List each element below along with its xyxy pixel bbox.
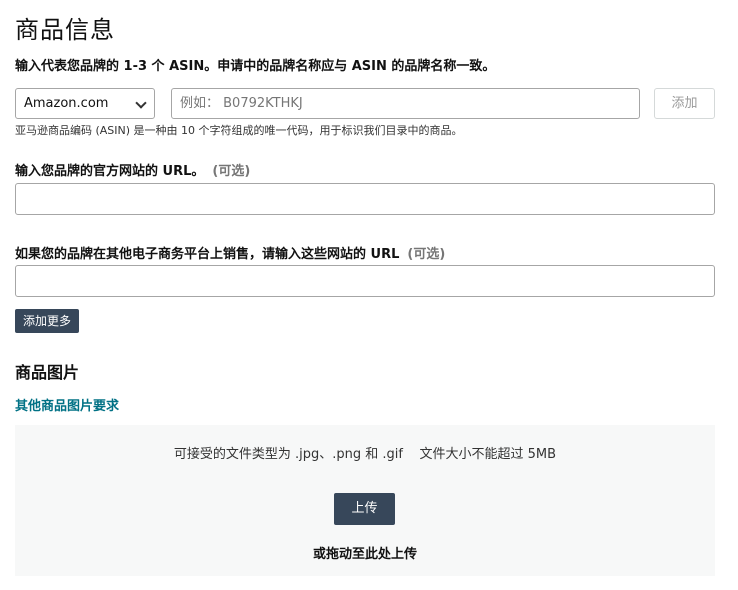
asin-input[interactable] <box>171 88 640 119</box>
ecommerce-label-text: 如果您的品牌在其他电子商务平台上销售，请输入这些网站的 URL <box>15 247 400 262</box>
asin-label: 输入代表您品牌的 1-3 个 ASIN。申请中的品牌名称应与 ASIN 的品牌名… <box>15 59 496 74</box>
ecommerce-url-input[interactable] <box>15 265 715 297</box>
ecommerce-label: 如果您的品牌在其他电子商务平台上销售，请输入这些网站的 URL (可选) <box>15 243 445 262</box>
website-label-text: 输入您品牌的官方网站的 URL。 <box>15 164 205 179</box>
product-info-form: 商品信息 输入代表您品牌的 1-3 个 ASIN。申请中的品牌名称应与 ASIN… <box>0 0 738 590</box>
add-asin-button[interactable]: 添加 <box>654 88 715 119</box>
marketplace-select[interactable]: Amazon.com <box>15 88 155 119</box>
website-url-input[interactable] <box>15 183 715 215</box>
page-title: 商品信息 <box>15 16 115 44</box>
website-optional-tag: (可选) <box>212 164 251 179</box>
images-section-title: 商品图片 <box>15 363 80 382</box>
marketplace-select-value: Amazon.com <box>24 96 109 111</box>
image-requirements-link[interactable]: 其他商品图片要求 <box>15 395 119 414</box>
upload-dropzone[interactable]: 可接受的文件类型为 .jpg、.png 和 .gif 文件大小不能超过 5MB … <box>15 425 715 576</box>
add-more-button[interactable]: 添加更多 <box>15 309 79 333</box>
ecommerce-optional-tag: (可选) <box>407 247 446 262</box>
file-types-text: 可接受的文件类型为 .jpg、.png 和 .gif 文件大小不能超过 5MB <box>173 447 557 462</box>
chevron-down-icon <box>135 97 147 109</box>
website-label: 输入您品牌的官方网站的 URL。 (可选) <box>15 160 250 179</box>
upload-button[interactable]: 上传 <box>334 493 395 525</box>
drag-drop-text: 或拖动至此处上传 <box>312 547 417 562</box>
asin-hint: 亚马逊商品编码 (ASIN) 是一种由 10 个字符组成的唯一代码，用于标识我们… <box>15 124 463 137</box>
